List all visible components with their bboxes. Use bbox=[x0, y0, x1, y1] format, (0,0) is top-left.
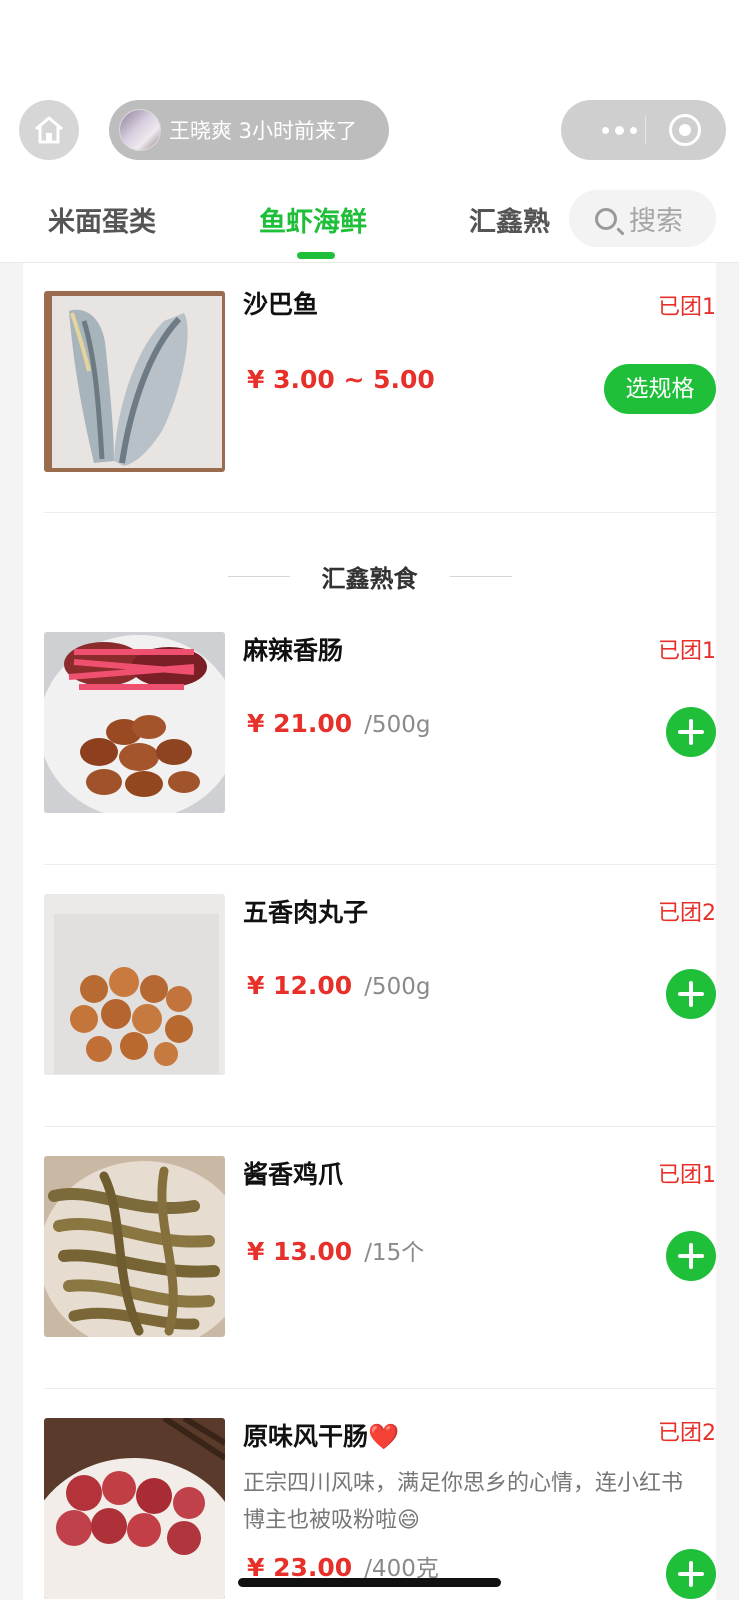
sold-count: 已团1 bbox=[658, 295, 716, 320]
product-item[interactable]: 沙巴鱼 已团1 ¥ 3.00 ~ 5.00 选规格 bbox=[44, 263, 716, 513]
add-to-cart-button[interactable] bbox=[666, 969, 716, 1019]
product-price: ¥ 13.00/15个 bbox=[247, 1233, 424, 1267]
mini-program-capsule bbox=[561, 100, 726, 160]
top-bar: 王晓爽 3小时前来了 米面蛋类 鱼虾海鲜 汇鑫熟 搜索 bbox=[0, 0, 739, 263]
product-item[interactable]: 酱香鸡爪 已团1 ¥ 13.00/15个 bbox=[44, 1127, 716, 1389]
section-divider-left bbox=[227, 575, 290, 577]
product-name: 原味风干肠❤️ bbox=[243, 1422, 400, 1451]
price-unit: /500g bbox=[364, 974, 431, 1000]
tab-category-2[interactable]: 鱼虾海鲜 bbox=[259, 200, 367, 239]
price-unit: /500g bbox=[364, 712, 431, 738]
product-image[interactable] bbox=[44, 632, 225, 813]
product-image[interactable] bbox=[44, 291, 225, 472]
product-image[interactable] bbox=[44, 1156, 225, 1337]
search-box[interactable]: 搜索 bbox=[569, 190, 716, 247]
home-button[interactable] bbox=[19, 100, 79, 160]
product-list: 沙巴鱼 已团1 ¥ 3.00 ~ 5.00 选规格 汇鑫熟食 麻辣香肠 已团1 … bbox=[23, 263, 716, 1600]
sold-count: 已团1 bbox=[658, 1163, 716, 1188]
search-placeholder: 搜索 bbox=[629, 206, 683, 237]
product-item[interactable]: 五香肉丸子 已团2 ¥ 12.00/500g bbox=[44, 865, 716, 1127]
product-price: ¥ 12.00/500g bbox=[247, 971, 430, 1000]
select-spec-button[interactable]: 选规格 bbox=[604, 364, 716, 414]
product-item[interactable]: 麻辣香肠 已团1 ¥ 21.00/500g bbox=[44, 603, 716, 865]
product-name: 沙巴鱼 bbox=[243, 290, 319, 319]
product-name: 麻辣香肠 bbox=[243, 636, 344, 665]
home-icon bbox=[35, 116, 63, 144]
price-value: ¥ 21.00 bbox=[247, 709, 353, 738]
price-value: ¥ 3.00 ~ 5.00 bbox=[247, 365, 435, 394]
price-value: ¥ 12.00 bbox=[247, 971, 353, 1000]
tab-category-1[interactable]: 米面蛋类 bbox=[48, 200, 156, 239]
avatar bbox=[119, 109, 161, 151]
product-image[interactable] bbox=[44, 1418, 225, 1599]
section-divider-right bbox=[449, 575, 512, 577]
home-indicator bbox=[238, 1578, 501, 1587]
sold-count: 已团2 bbox=[658, 901, 716, 926]
product-name: 酱香鸡爪 bbox=[243, 1160, 344, 1189]
capsule-divider bbox=[645, 116, 646, 144]
close-icon[interactable] bbox=[669, 114, 701, 146]
product-price: ¥ 3.00 ~ 5.00 bbox=[247, 365, 435, 394]
product-price: ¥ 21.00/500g bbox=[247, 709, 430, 738]
product-item[interactable]: 原味风干肠❤️ 已团2 正宗四川风味，满足你思乡的心情，连小红书博主也被吸粉啦😄… bbox=[44, 1389, 716, 1600]
recent-visitor-banner[interactable]: 王晓爽 3小时前来了 bbox=[109, 100, 389, 160]
product-name: 五香肉丸子 bbox=[243, 898, 369, 927]
tab-category-3[interactable]: 汇鑫熟 bbox=[469, 200, 550, 239]
section-header: 汇鑫熟食 bbox=[23, 556, 716, 596]
sold-count: 已团1 bbox=[658, 639, 716, 664]
price-value: ¥ 13.00 bbox=[247, 1237, 353, 1266]
add-to-cart-button[interactable] bbox=[666, 707, 716, 757]
add-to-cart-button[interactable] bbox=[666, 1549, 716, 1599]
price-unit: /15个 bbox=[364, 1240, 425, 1266]
product-image[interactable] bbox=[44, 894, 225, 1075]
more-options-icon[interactable] bbox=[589, 118, 649, 142]
section-title: 汇鑫熟食 bbox=[321, 564, 418, 593]
sold-count: 已团2 bbox=[658, 1421, 716, 1446]
visitor-text: 王晓爽 3小时前来了 bbox=[169, 119, 358, 143]
active-tab-indicator bbox=[297, 252, 335, 259]
search-icon bbox=[595, 207, 617, 230]
product-description: 正宗四川风味，满足你思乡的心情，连小红书博主也被吸粉啦😄 bbox=[243, 1471, 684, 1533]
add-to-cart-button[interactable] bbox=[666, 1231, 716, 1281]
